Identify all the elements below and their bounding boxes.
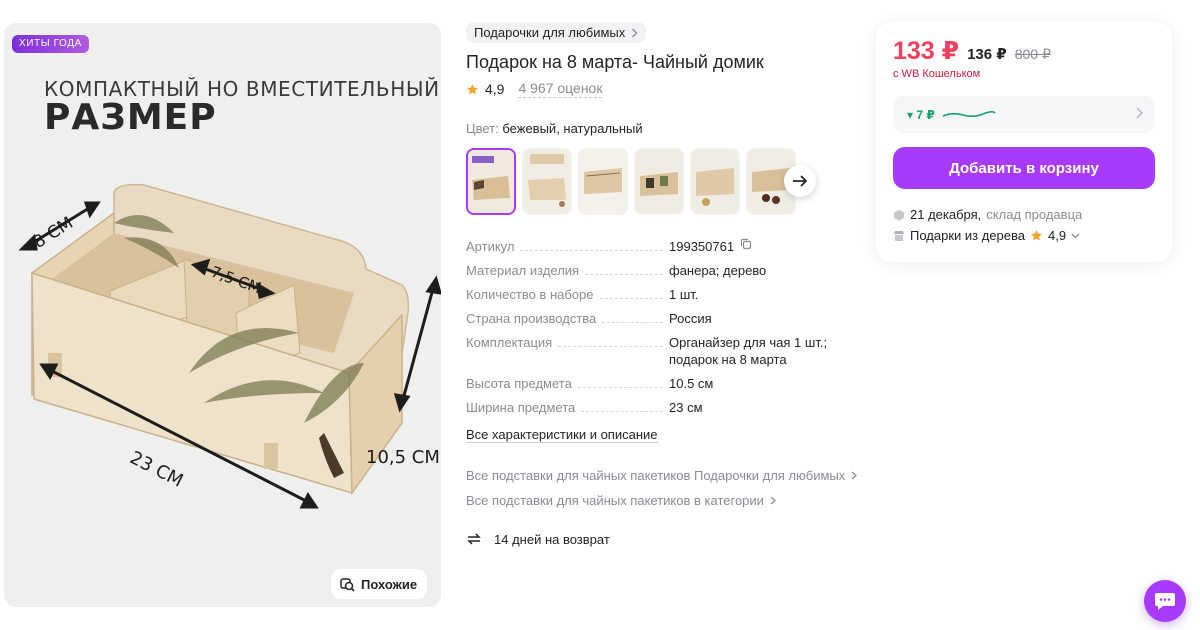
similar-button[interactable]: Похожие <box>331 569 428 599</box>
spec-row-country: Страна производства Россия <box>466 310 846 327</box>
brand-category-link[interactable]: Все подставки для чайных пакетиков Подар… <box>466 468 858 483</box>
spec-key: Высота предмета <box>466 376 572 391</box>
thumbnail-4[interactable] <box>634 148 684 215</box>
spec-row-quantity: Количество в наборе 1 шт. <box>466 286 846 303</box>
star-icon <box>1031 230 1042 241</box>
chevron-down-icon <box>1071 233 1080 238</box>
thumbnail-image <box>580 150 626 213</box>
price-without-wallet: 136 ₽ <box>967 46 1007 63</box>
delivery-source: склад продавца <box>986 207 1083 222</box>
category-link[interactable]: Все подставки для чайных пакетиков в кат… <box>466 493 776 508</box>
color-value: бежевый, натуральный <box>502 121 643 136</box>
thumbnail-1[interactable] <box>466 148 516 215</box>
thumbnail-5[interactable] <box>690 148 740 215</box>
thumbnails-next-button[interactable] <box>784 165 816 197</box>
spec-key: Артикул <box>466 239 515 254</box>
arrow-right-icon <box>793 175 808 187</box>
thumbnail-image <box>692 150 738 213</box>
spec-key: Количество в наборе <box>466 287 594 302</box>
chat-button[interactable] <box>1144 580 1186 622</box>
spec-key: Материал изделия <box>466 263 580 278</box>
chat-bubble-icon <box>1155 593 1175 610</box>
search-similar-icon <box>340 577 355 592</box>
wallet-note: с WB Кошельком <box>893 68 981 80</box>
price-trend-sparkline <box>942 110 996 117</box>
return-arrows-icon <box>467 533 481 545</box>
spec-key: Ширина предмета <box>466 400 576 415</box>
old-price: 800 ₽ <box>1014 46 1051 62</box>
spec-key: Страна производства <box>466 311 597 326</box>
chevron-right-icon <box>1136 107 1143 119</box>
hero-headline-line2: РАЗМЕР <box>44 97 217 138</box>
category-label: Все подставки для чайных пакетиков в кат… <box>466 493 764 508</box>
chevron-right-icon <box>851 471 858 480</box>
product-title: Подарок на 8 марта- Чайный домик <box>466 52 764 72</box>
price-card: 133 ₽ 136 ₽ 800 ₽ с WB Кошельком ▾ 7 ₽ Д… <box>876 22 1172 262</box>
spec-row-width: Ширина предмета 23 см <box>466 399 846 416</box>
spec-key: Комплектация <box>466 335 553 350</box>
spec-value: 23 см <box>669 400 703 415</box>
thumbnail-image <box>468 150 514 213</box>
spec-value: 1 шт. <box>669 287 699 302</box>
spec-row-material: Материал изделия фанера; дерево <box>466 262 846 279</box>
copy-icon[interactable] <box>740 238 752 250</box>
reviews-link[interactable]: 4 967 оценок <box>518 80 603 98</box>
hit-badge: ХИТЫ ГОДА <box>12 35 89 53</box>
returns-label: 14 дней на возврат <box>494 531 610 547</box>
spec-value: 10.5 см <box>669 376 714 391</box>
thumbnail-image <box>636 150 682 213</box>
spec-value: Россия <box>669 311 712 326</box>
add-to-cart-button[interactable]: Добавить в корзину <box>893 147 1155 189</box>
price-history-button[interactable]: ▾ 7 ₽ <box>893 96 1155 133</box>
spec-value: фанера; дерево <box>669 263 767 278</box>
thumbnail-3[interactable] <box>578 148 628 215</box>
thumbnail-image <box>524 150 570 213</box>
chevron-right-icon <box>632 28 638 37</box>
box-icon <box>894 209 904 220</box>
returns-info: 14 дней на возврат <box>466 531 610 547</box>
brand-name: Подарочки для любимых <box>474 25 626 40</box>
delivery-info: 21 декабря, склад продавца <box>893 207 1082 222</box>
color-info: Цвет: бежевый, натуральный <box>466 121 643 136</box>
all-specs-link[interactable]: Все характеристики и описание <box>466 427 658 443</box>
brand-category-label: Все подставки для чайных пакетиков Подар… <box>466 468 846 483</box>
specs-table: Артикул 199350761 Материал изделия фанер… <box>466 238 846 423</box>
rating-value: 4,9 <box>485 81 505 97</box>
delivery-date: 21 декабря, <box>910 207 982 222</box>
current-price: 133 ₽ <box>893 37 960 65</box>
similar-button-label: Похожие <box>361 576 418 592</box>
spec-value: 199350761 <box>669 239 735 254</box>
price-drop-value: ▾ 7 ₽ <box>907 107 935 122</box>
color-label: Цвет: <box>466 121 499 136</box>
seller-rating: 4,9 <box>1048 228 1067 243</box>
seller-info[interactable]: Подарки из дерева 4,9 <box>893 228 1080 243</box>
price-row: 133 ₽ 136 ₽ 800 ₽ <box>893 36 1051 66</box>
product-main-image[interactable]: ХИТЫ ГОДА КОМПАКТНЫЙ НО ВМЕСТИТЕЛЬНЫЙ РА… <box>4 23 441 607</box>
spec-row-height: Высота предмета 10.5 см <box>466 375 846 392</box>
dimension-height-label: 10,5 СМ <box>366 447 440 468</box>
spec-value: Органайзер для чая 1 шт.; подарок на 8 м… <box>669 335 828 367</box>
star-icon <box>467 83 478 94</box>
color-thumbnails <box>466 148 796 215</box>
spec-row-package: Комплектация Органайзер для чая 1 шт.; п… <box>466 334 846 368</box>
seller-name: Подарки из дерева <box>910 228 1025 243</box>
thumbnail-2[interactable] <box>522 148 572 215</box>
brand-link[interactable]: Подарочки для любимых <box>466 22 647 43</box>
shop-icon <box>894 230 904 241</box>
spec-row-article: Артикул 199350761 <box>466 238 846 255</box>
chevron-right-icon <box>770 496 776 505</box>
product-rating: 4,9 4 967 оценок <box>466 80 603 98</box>
